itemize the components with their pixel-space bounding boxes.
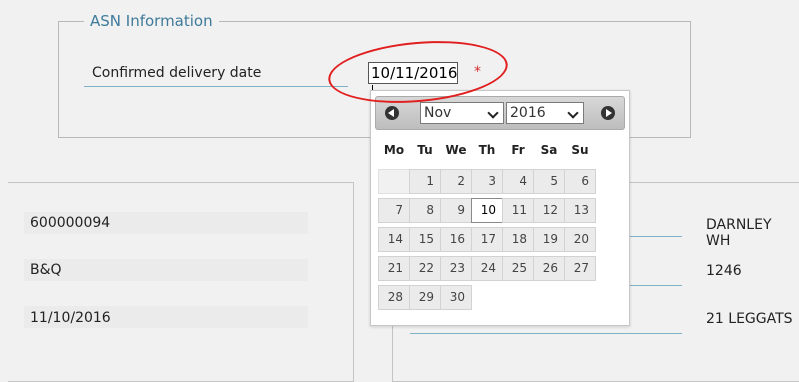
day-cell[interactable]: 24 — [471, 256, 503, 281]
day-cell[interactable]: 22 — [409, 256, 441, 281]
weekday-label: Fr — [511, 143, 525, 157]
row-background — [24, 259, 308, 281]
confirmed-delivery-date-label: Confirmed delivery date — [92, 65, 262, 81]
right-row-value: 21 LEGGATS — [706, 311, 793, 327]
month-select-value: Nov — [424, 105, 452, 121]
left-row-value: 11/10/2016 — [30, 310, 111, 326]
day-cell[interactable]: 5 — [533, 169, 565, 194]
weekday-label: We — [445, 143, 467, 157]
day-cell[interactable]: 26 — [533, 256, 565, 281]
day-cell[interactable]: 6 — [564, 169, 596, 194]
day-cell[interactable]: 21 — [378, 256, 410, 281]
right-row-value: DARNLEY WH — [706, 217, 772, 249]
prev-month-icon[interactable] — [385, 106, 399, 120]
day-cell[interactable]: 11 — [502, 198, 534, 223]
weekday-label: Th — [478, 143, 496, 157]
day-cell[interactable]: 28 — [378, 285, 410, 310]
chevron-down-icon — [567, 107, 579, 119]
day-cell[interactable]: 7 — [378, 198, 410, 223]
day-cell[interactable]: 13 — [564, 198, 596, 223]
year-select[interactable]: 2016 — [506, 102, 584, 124]
asn-legend: ASN Information — [84, 12, 219, 30]
day-cell-empty — [378, 169, 410, 194]
day-cell[interactable]: 10 — [471, 198, 503, 223]
day-cell[interactable]: 3 — [471, 169, 503, 194]
day-cell[interactable]: 9 — [440, 198, 472, 223]
next-month-icon[interactable] — [601, 106, 615, 120]
day-cell[interactable]: 15 — [409, 227, 441, 252]
day-cell[interactable]: 20 — [564, 227, 596, 252]
weekday-label: Mo — [383, 143, 405, 157]
day-cell[interactable]: 1 — [409, 169, 441, 194]
datepicker-popup: Nov 2016 Mo Tu We Th Fr Sa Su 1 2 3 4 5 6 7 8 9 10 11 12 1… — [370, 90, 630, 326]
day-cell[interactable]: 4 — [502, 169, 534, 194]
weekday-label: Tu — [417, 143, 433, 157]
day-cell[interactable]: 14 — [378, 227, 410, 252]
year-select-value: 2016 — [510, 105, 546, 121]
day-cell[interactable]: 2 — [440, 169, 472, 194]
day-cell[interactable]: 12 — [533, 198, 565, 223]
day-cell[interactable]: 23 — [440, 256, 472, 281]
chevron-down-icon — [487, 107, 499, 119]
weekday-label: Sa — [540, 143, 558, 157]
day-cell[interactable]: 16 — [440, 227, 472, 252]
day-cell[interactable]: 18 — [502, 227, 534, 252]
day-cell[interactable]: 25 — [502, 256, 534, 281]
day-cell[interactable]: 17 — [471, 227, 503, 252]
left-row-value: 600000094 — [30, 215, 111, 231]
right-row-value: 1246 — [706, 263, 742, 279]
month-select[interactable]: Nov — [420, 102, 504, 124]
day-cell[interactable]: 8 — [409, 198, 441, 223]
left-row-value: B&Q — [30, 262, 62, 278]
day-cell[interactable]: 19 — [533, 227, 565, 252]
day-cell[interactable]: 27 — [564, 256, 596, 281]
label-underline — [84, 86, 348, 87]
right-row-underline — [410, 333, 682, 334]
weekday-label: Su — [571, 143, 589, 157]
day-cell[interactable]: 30 — [440, 285, 472, 310]
day-cell[interactable]: 29 — [409, 285, 441, 310]
